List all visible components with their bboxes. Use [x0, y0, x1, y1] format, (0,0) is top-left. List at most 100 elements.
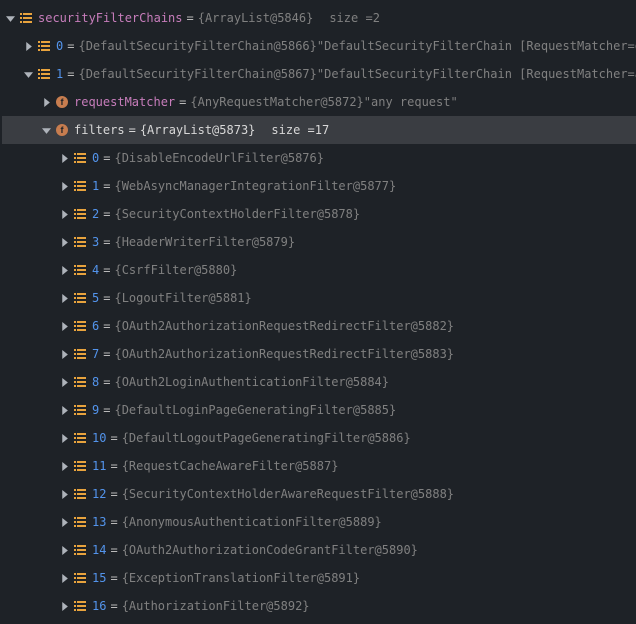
index-label: 2: [92, 206, 99, 223]
variable-value: {ArrayList@5873}: [140, 122, 256, 139]
chevron-right-icon[interactable]: [56, 490, 72, 499]
tree-node-filter-6[interactable]: 6 = {OAuth2AuthorizationRequestRedirectF…: [2, 312, 636, 340]
variable-value: {DefaultSecurityFilterChain@5866}: [78, 38, 316, 55]
index-label: 0: [56, 38, 63, 55]
list-icon: [72, 291, 88, 305]
index-label: 5: [92, 290, 99, 307]
chevron-right-icon[interactable]: [56, 154, 72, 163]
tree-node-filter-5[interactable]: 5 = {LogoutFilter@5881}: [2, 284, 636, 312]
debugger-variables-tree[interactable]: securityFilterChains = {ArrayList@5846}s…: [0, 0, 636, 624]
tree-node-filter-9[interactable]: 9 = {DefaultLoginPageGeneratingFilter@58…: [2, 396, 636, 424]
variable-value: {SecurityContextHolderAwareRequestFilter…: [122, 486, 454, 503]
chevron-right-icon[interactable]: [56, 434, 72, 443]
chevron-right-icon[interactable]: [56, 210, 72, 219]
list-icon: [72, 571, 88, 585]
variable-value: {DisableEncodeUrlFilter@5876}: [114, 150, 324, 167]
tree-node-root[interactable]: securityFilterChains = {ArrayList@5846}s…: [2, 4, 636, 32]
list-icon: [72, 431, 88, 445]
tree-node-filter-13[interactable]: 13 = {AnonymousAuthenticationFilter@5889…: [2, 508, 636, 536]
list-icon: [72, 599, 88, 613]
variable-value: {ArrayList@5846}: [198, 10, 314, 27]
list-icon: [72, 487, 88, 501]
list-icon: [72, 403, 88, 417]
chevron-right-icon[interactable]: [56, 266, 72, 275]
tree-node-filter-4[interactable]: 4 = {CsrfFilter@5880}: [2, 256, 636, 284]
tree-node-filter-12[interactable]: 12 = {SecurityContextHolderAwareRequestF…: [2, 480, 636, 508]
list-icon: [72, 515, 88, 529]
chevron-right-icon[interactable]: [20, 42, 36, 51]
index-label: 9: [92, 402, 99, 419]
variable-value: {DefaultSecurityFilterChain@5867}: [78, 66, 316, 83]
variable-value: {AuthorizationFilter@5892}: [122, 598, 310, 615]
variable-name: securityFilterChains: [38, 10, 183, 27]
index-label: 8: [92, 374, 99, 391]
tree-node-filter-16[interactable]: 16 = {AuthorizationFilter@5892}: [2, 592, 636, 620]
tree-node-chain-1[interactable]: 1 = {DefaultSecurityFilterChain@5867} "D…: [2, 60, 636, 88]
index-label: 0: [92, 150, 99, 167]
tree-node-filters[interactable]: ffilters = {ArrayList@5873}size = 17: [2, 116, 636, 144]
chevron-down-icon[interactable]: [20, 70, 36, 79]
list-icon: [72, 347, 88, 361]
tree-node-filter-11[interactable]: 11 = {RequestCacheAwareFilter@5887}: [2, 452, 636, 480]
variable-value: {CsrfFilter@5880}: [114, 262, 237, 279]
tree-node-filter-2[interactable]: 2 = {SecurityContextHolderFilter@5878}: [2, 200, 636, 228]
chevron-down-icon[interactable]: [2, 14, 18, 23]
tree-node-filter-0[interactable]: 0 = {DisableEncodeUrlFilter@5876}: [2, 144, 636, 172]
chevron-right-icon[interactable]: [56, 238, 72, 247]
variable-value: {OAuth2AuthorizationRequestRedirectFilte…: [114, 318, 454, 335]
variable-text: "DefaultSecurityFilterChain [RequestMatc…: [317, 66, 636, 83]
chevron-right-icon[interactable]: [56, 406, 72, 415]
tree-node-filter-3[interactable]: 3 = {HeaderWriterFilter@5879}: [2, 228, 636, 256]
chevron-right-icon[interactable]: [56, 518, 72, 527]
field-icon: f: [54, 123, 70, 137]
tree-node-filter-1[interactable]: 1 = {WebAsyncManagerIntegrationFilter@58…: [2, 172, 636, 200]
variable-value: {OAuth2AuthorizationCodeGrantFilter@5890…: [122, 542, 418, 559]
chevron-right-icon[interactable]: [56, 462, 72, 471]
tree-node-request-matcher[interactable]: frequestMatcher = {AnyRequestMatcher@587…: [2, 88, 636, 116]
size-value: 2: [373, 10, 380, 27]
chevron-right-icon[interactable]: [56, 574, 72, 583]
chevron-right-icon[interactable]: [56, 602, 72, 611]
chevron-right-icon[interactable]: [56, 322, 72, 331]
list-icon: [72, 179, 88, 193]
list-icon: [72, 459, 88, 473]
variable-value: {ExceptionTranslationFilter@5891}: [122, 570, 360, 587]
list-icon: [72, 207, 88, 221]
index-label: 1: [92, 178, 99, 195]
variable-value: {HeaderWriterFilter@5879}: [114, 234, 295, 251]
index-label: 13: [92, 514, 106, 531]
chevron-right-icon[interactable]: [56, 350, 72, 359]
chevron-right-icon[interactable]: [56, 546, 72, 555]
chevron-right-icon[interactable]: [56, 182, 72, 191]
index-label: 6: [92, 318, 99, 335]
tree-node-filter-7[interactable]: 7 = {OAuth2AuthorizationRequestRedirectF…: [2, 340, 636, 368]
variable-value: {DefaultLogoutPageGeneratingFilter@5886}: [122, 430, 411, 447]
variable-text: "DefaultSecurityFilterChain [RequestMatc…: [317, 38, 636, 55]
tree-node-filter-15[interactable]: 15 = {ExceptionTranslationFilter@5891}: [2, 564, 636, 592]
index-label: 10: [92, 430, 106, 447]
index-label: 11: [92, 458, 106, 475]
list-icon: [72, 543, 88, 557]
chevron-right-icon[interactable]: [38, 98, 54, 107]
chevron-right-icon[interactable]: [56, 378, 72, 387]
size-value: 17: [315, 122, 329, 139]
variable-value: {SecurityContextHolderFilter@5878}: [114, 206, 360, 223]
variable-value: {OAuth2AuthorizationRequestRedirectFilte…: [114, 346, 454, 363]
list-icon: [36, 39, 52, 53]
variable-value: {WebAsyncManagerIntegrationFilter@5877}: [114, 178, 396, 195]
variable-value: {DefaultLoginPageGeneratingFilter@5885}: [114, 402, 396, 419]
chevron-right-icon[interactable]: [56, 294, 72, 303]
chevron-down-icon[interactable]: [38, 126, 54, 135]
list-icon: [72, 263, 88, 277]
tree-node-filter-8[interactable]: 8 = {OAuth2LoginAuthenticationFilter@588…: [2, 368, 636, 396]
index-label: 14: [92, 542, 106, 559]
variable-value: {OAuth2LoginAuthenticationFilter@5884}: [114, 374, 389, 391]
variable-value: {AnyRequestMatcher@5872}: [190, 94, 363, 111]
index-label: 15: [92, 570, 106, 587]
index-label: 16: [92, 598, 106, 615]
tree-node-chain-0[interactable]: 0 = {DefaultSecurityFilterChain@5866} "D…: [2, 32, 636, 60]
index-label: 1: [56, 66, 63, 83]
tree-node-filter-14[interactable]: 14 = {OAuth2AuthorizationCodeGrantFilter…: [2, 536, 636, 564]
list-icon: [72, 319, 88, 333]
tree-node-filter-10[interactable]: 10 = {DefaultLogoutPageGeneratingFilter@…: [2, 424, 636, 452]
